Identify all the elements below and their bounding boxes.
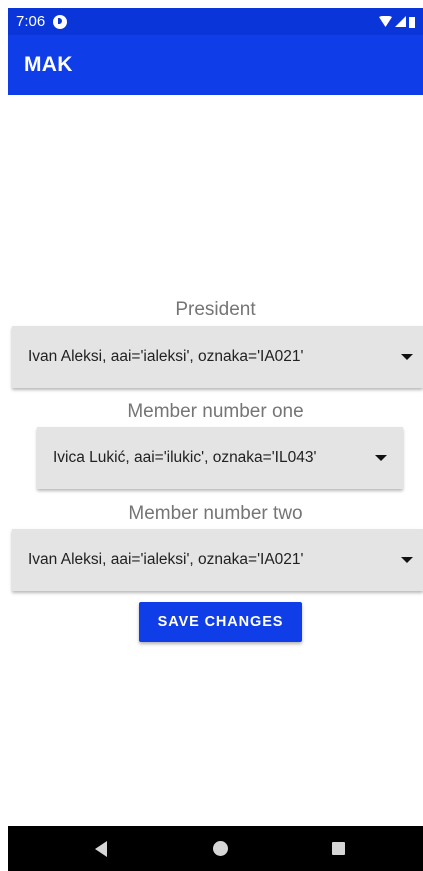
dropdown-arrow-icon [375,455,387,461]
dropdown-arrow-icon [401,557,413,563]
member-two-spinner[interactable]: Ivan Aleksi, aai='ialeksi', oznaka='IA02… [12,529,423,591]
app-bar: MAK [8,35,423,95]
status-time: 7:06 [16,13,46,30]
dropdown-arrow-icon [401,354,413,360]
president-spinner[interactable]: Ivan Aleksi, aai='ialeksi', oznaka='IA02… [12,326,423,388]
app-notification-icon [53,14,68,29]
signal-icon [395,16,406,27]
status-bar: 7:06 [8,8,423,35]
status-icons [379,16,415,28]
app-title: MAK [24,53,73,76]
recents-icon[interactable] [332,842,345,855]
president-label: President [175,299,256,320]
president-selected: Ivan Aleksi, aai='ialeksi', oznaka='IA02… [28,348,304,365]
wifi-icon [379,16,392,27]
battery-icon [409,16,415,28]
member-two-selected: Ivan Aleksi, aai='ialeksi', oznaka='IA02… [28,551,304,568]
save-changes-button[interactable]: Save changes [139,602,302,642]
member-one-selected: Ivica Lukić, aai='ilukic', oznaka='IL043… [53,449,317,466]
back-icon[interactable] [95,841,107,857]
screen: 7:06 MAK President Ivan Aleksi, aai='ial… [8,8,423,871]
member-one-spinner[interactable]: Ivica Lukić, aai='ilukic', oznaka='IL043… [37,427,403,489]
member-two-label: Member number two [128,503,303,524]
navigation-bar [8,826,423,871]
member-one-label: Member number one [127,401,304,422]
home-icon[interactable] [213,841,228,856]
